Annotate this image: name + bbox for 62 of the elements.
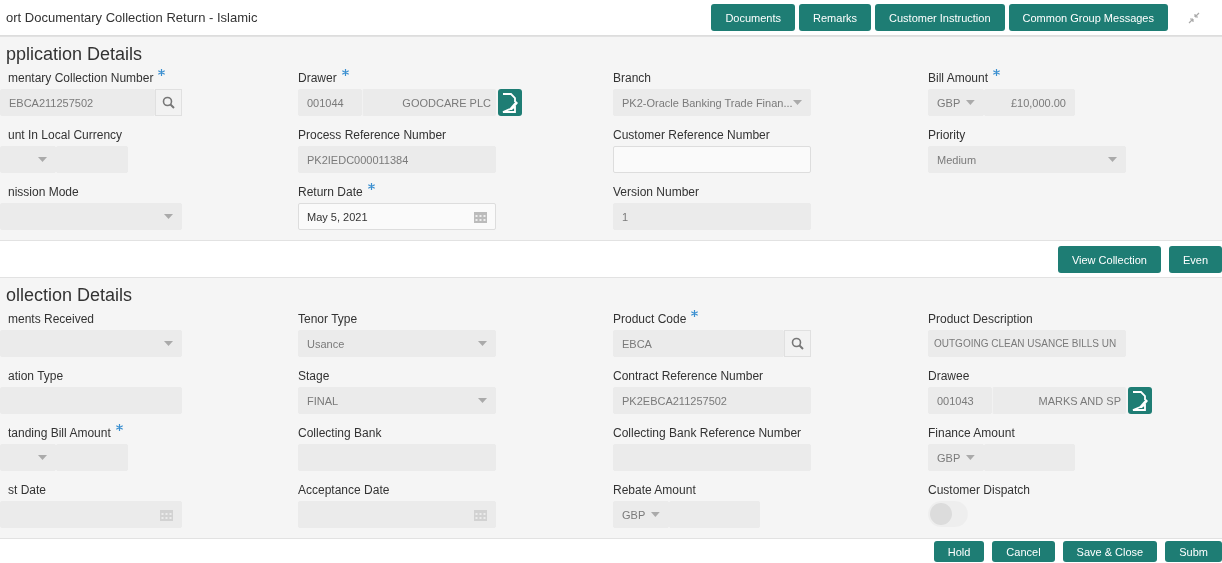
section-title: pplication Details <box>5 43 144 66</box>
caret-icon <box>651 511 660 518</box>
field-label: Version Number <box>613 184 700 201</box>
caret-icon <box>38 156 47 163</box>
header-button[interactable]: Customer Instruction <box>875 4 1005 31</box>
caret-icon <box>966 99 975 106</box>
field-label: Collecting Bank <box>298 425 382 442</box>
field-label: st Date <box>8 482 46 499</box>
caret-icon <box>793 99 802 106</box>
caret-icon <box>478 397 487 404</box>
action-button[interactable]: Even <box>1168 246 1222 273</box>
search-icon <box>791 337 804 350</box>
field-label: Finance Amount <box>928 425 1015 442</box>
document-edit-button[interactable] <box>498 89 522 116</box>
field-label: Customer Dispatch <box>928 482 1031 499</box>
action-button[interactable]: Hold <box>933 541 985 562</box>
field-label: Priority <box>928 127 966 144</box>
field-label: Customer Reference Number <box>613 127 770 144</box>
field-label: Rebate Amount <box>613 482 696 499</box>
caret-icon <box>38 454 47 461</box>
field-label: Drawee <box>928 368 970 385</box>
field-label: Product Description <box>928 311 1033 328</box>
field-label: Acceptance Date <box>298 482 390 499</box>
field-label: ments Received <box>8 311 95 328</box>
action-button[interactable]: View Collection <box>1057 246 1161 273</box>
input-field[interactable] <box>613 146 811 173</box>
search-button[interactable] <box>784 330 811 357</box>
header-button[interactable]: Common Group Messages <box>1008 4 1168 31</box>
collapse-icon[interactable] <box>1188 11 1200 24</box>
field-label: Product Code <box>613 311 687 328</box>
document-edit-button[interactable] <box>1128 387 1152 414</box>
section-title: ollection Details <box>5 284 134 307</box>
field-label: unt In Local Currency <box>8 127 123 144</box>
date-field[interactable]: May 5, 2021 <box>298 203 496 230</box>
action-button[interactable]: Cancel <box>992 541 1055 562</box>
header-button[interactable]: Remarks <box>799 4 872 31</box>
field-label: Contract Reference Number <box>613 368 764 385</box>
field-label: Stage <box>298 368 330 385</box>
search-button[interactable] <box>155 89 182 116</box>
header-button[interactable]: Documents <box>711 4 796 31</box>
caret-icon <box>478 340 487 347</box>
field-label: ation Type <box>8 368 64 385</box>
action-button[interactable]: Save & Close <box>1062 541 1158 562</box>
page-title: ort Documentary Collection Return - Islamic <box>5 10 259 25</box>
field-label: Bill Amount <box>928 70 989 87</box>
date-input[interactable]: May 5, 2021 <box>307 210 447 223</box>
caret-icon <box>164 213 173 220</box>
caret-icon <box>966 454 975 461</box>
field-label: tanding Bill Amount <box>8 425 111 442</box>
calendar-icon[interactable] <box>474 210 487 223</box>
caret-icon <box>1108 156 1117 163</box>
field-label: Tenor Type <box>298 311 358 328</box>
field-label: nission Mode <box>8 184 79 201</box>
search-icon <box>162 96 175 109</box>
field-label: Process Reference Number <box>298 127 447 144</box>
field-label: Branch <box>613 70 652 87</box>
field-label: Collecting Bank Reference Number <box>613 425 802 442</box>
field-label: Return Date <box>298 184 363 201</box>
action-button[interactable]: Subm <box>1165 541 1222 562</box>
caret-icon <box>164 340 173 347</box>
field-label: Drawer <box>298 70 337 87</box>
field-label: mentary Collection Number <box>8 70 154 87</box>
